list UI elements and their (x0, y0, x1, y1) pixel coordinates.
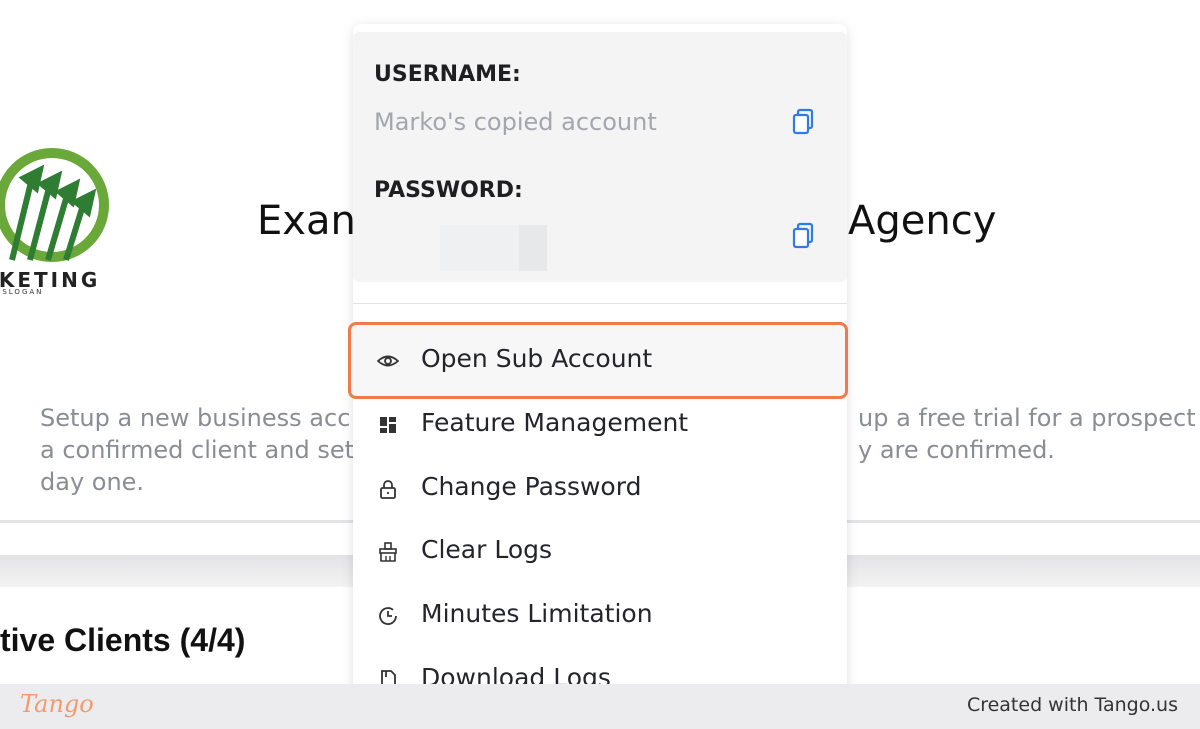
logo-slogan: MPANY SLOGAN (0, 288, 44, 296)
menu-item-change-password[interactable]: Change Password (353, 459, 847, 519)
broom-icon (377, 541, 399, 563)
file-icon (377, 669, 399, 684)
eye-icon (376, 350, 400, 372)
menu-item-label: Download Logs (421, 663, 611, 684)
menu-item-clear-logs[interactable]: Clear Logs (353, 522, 847, 582)
menu-item-open-sub-account[interactable]: Open Sub Account (353, 331, 847, 391)
growth-arrow-icon (0, 148, 109, 262)
menu-item-download-logs[interactable]: Download Logs (353, 650, 847, 684)
copy-icon[interactable] (791, 222, 815, 250)
menu-item-label: Change Password (421, 472, 642, 501)
menu-item-label: Minutes Limitation (421, 599, 653, 628)
active-clients-heading: tive Clients (4/4) (0, 622, 246, 658)
agency-title-right: Agency (848, 198, 997, 244)
agency-description-left: Setup a new business acc a confirmed cli… (40, 404, 355, 496)
menu-divider (353, 303, 847, 304)
tango-logo: Tango (20, 690, 94, 718)
password-label: PASSWORD: (374, 178, 523, 203)
menu-item-minutes-limitation[interactable]: Minutes Limitation (353, 586, 847, 646)
menu-item-label: Clear Logs (421, 535, 553, 564)
grid-icon (377, 414, 399, 436)
username-label: USERNAME: (374, 62, 521, 87)
lock-icon (377, 478, 399, 500)
tango-credit: Created with Tango.us (966, 694, 1178, 716)
copy-icon[interactable] (791, 108, 815, 136)
agency-description-right: up a free trial for a prospect y are con… (858, 404, 1196, 464)
credentials-panel: USERNAME: Marko's copied account PASSWOR… (353, 32, 847, 282)
username-value: Marko's copied account (374, 108, 657, 136)
clock-icon (377, 605, 399, 627)
menu-item-label: Feature Management (421, 408, 689, 437)
menu-item-feature-management[interactable]: Feature Management (353, 395, 847, 455)
password-value-masked-end (519, 225, 547, 271)
agency-title-left: Exan (257, 198, 356, 244)
company-logo: ARKETING MPANY SLOGAN (0, 140, 150, 310)
menu-item-label: Open Sub Account (421, 344, 653, 373)
